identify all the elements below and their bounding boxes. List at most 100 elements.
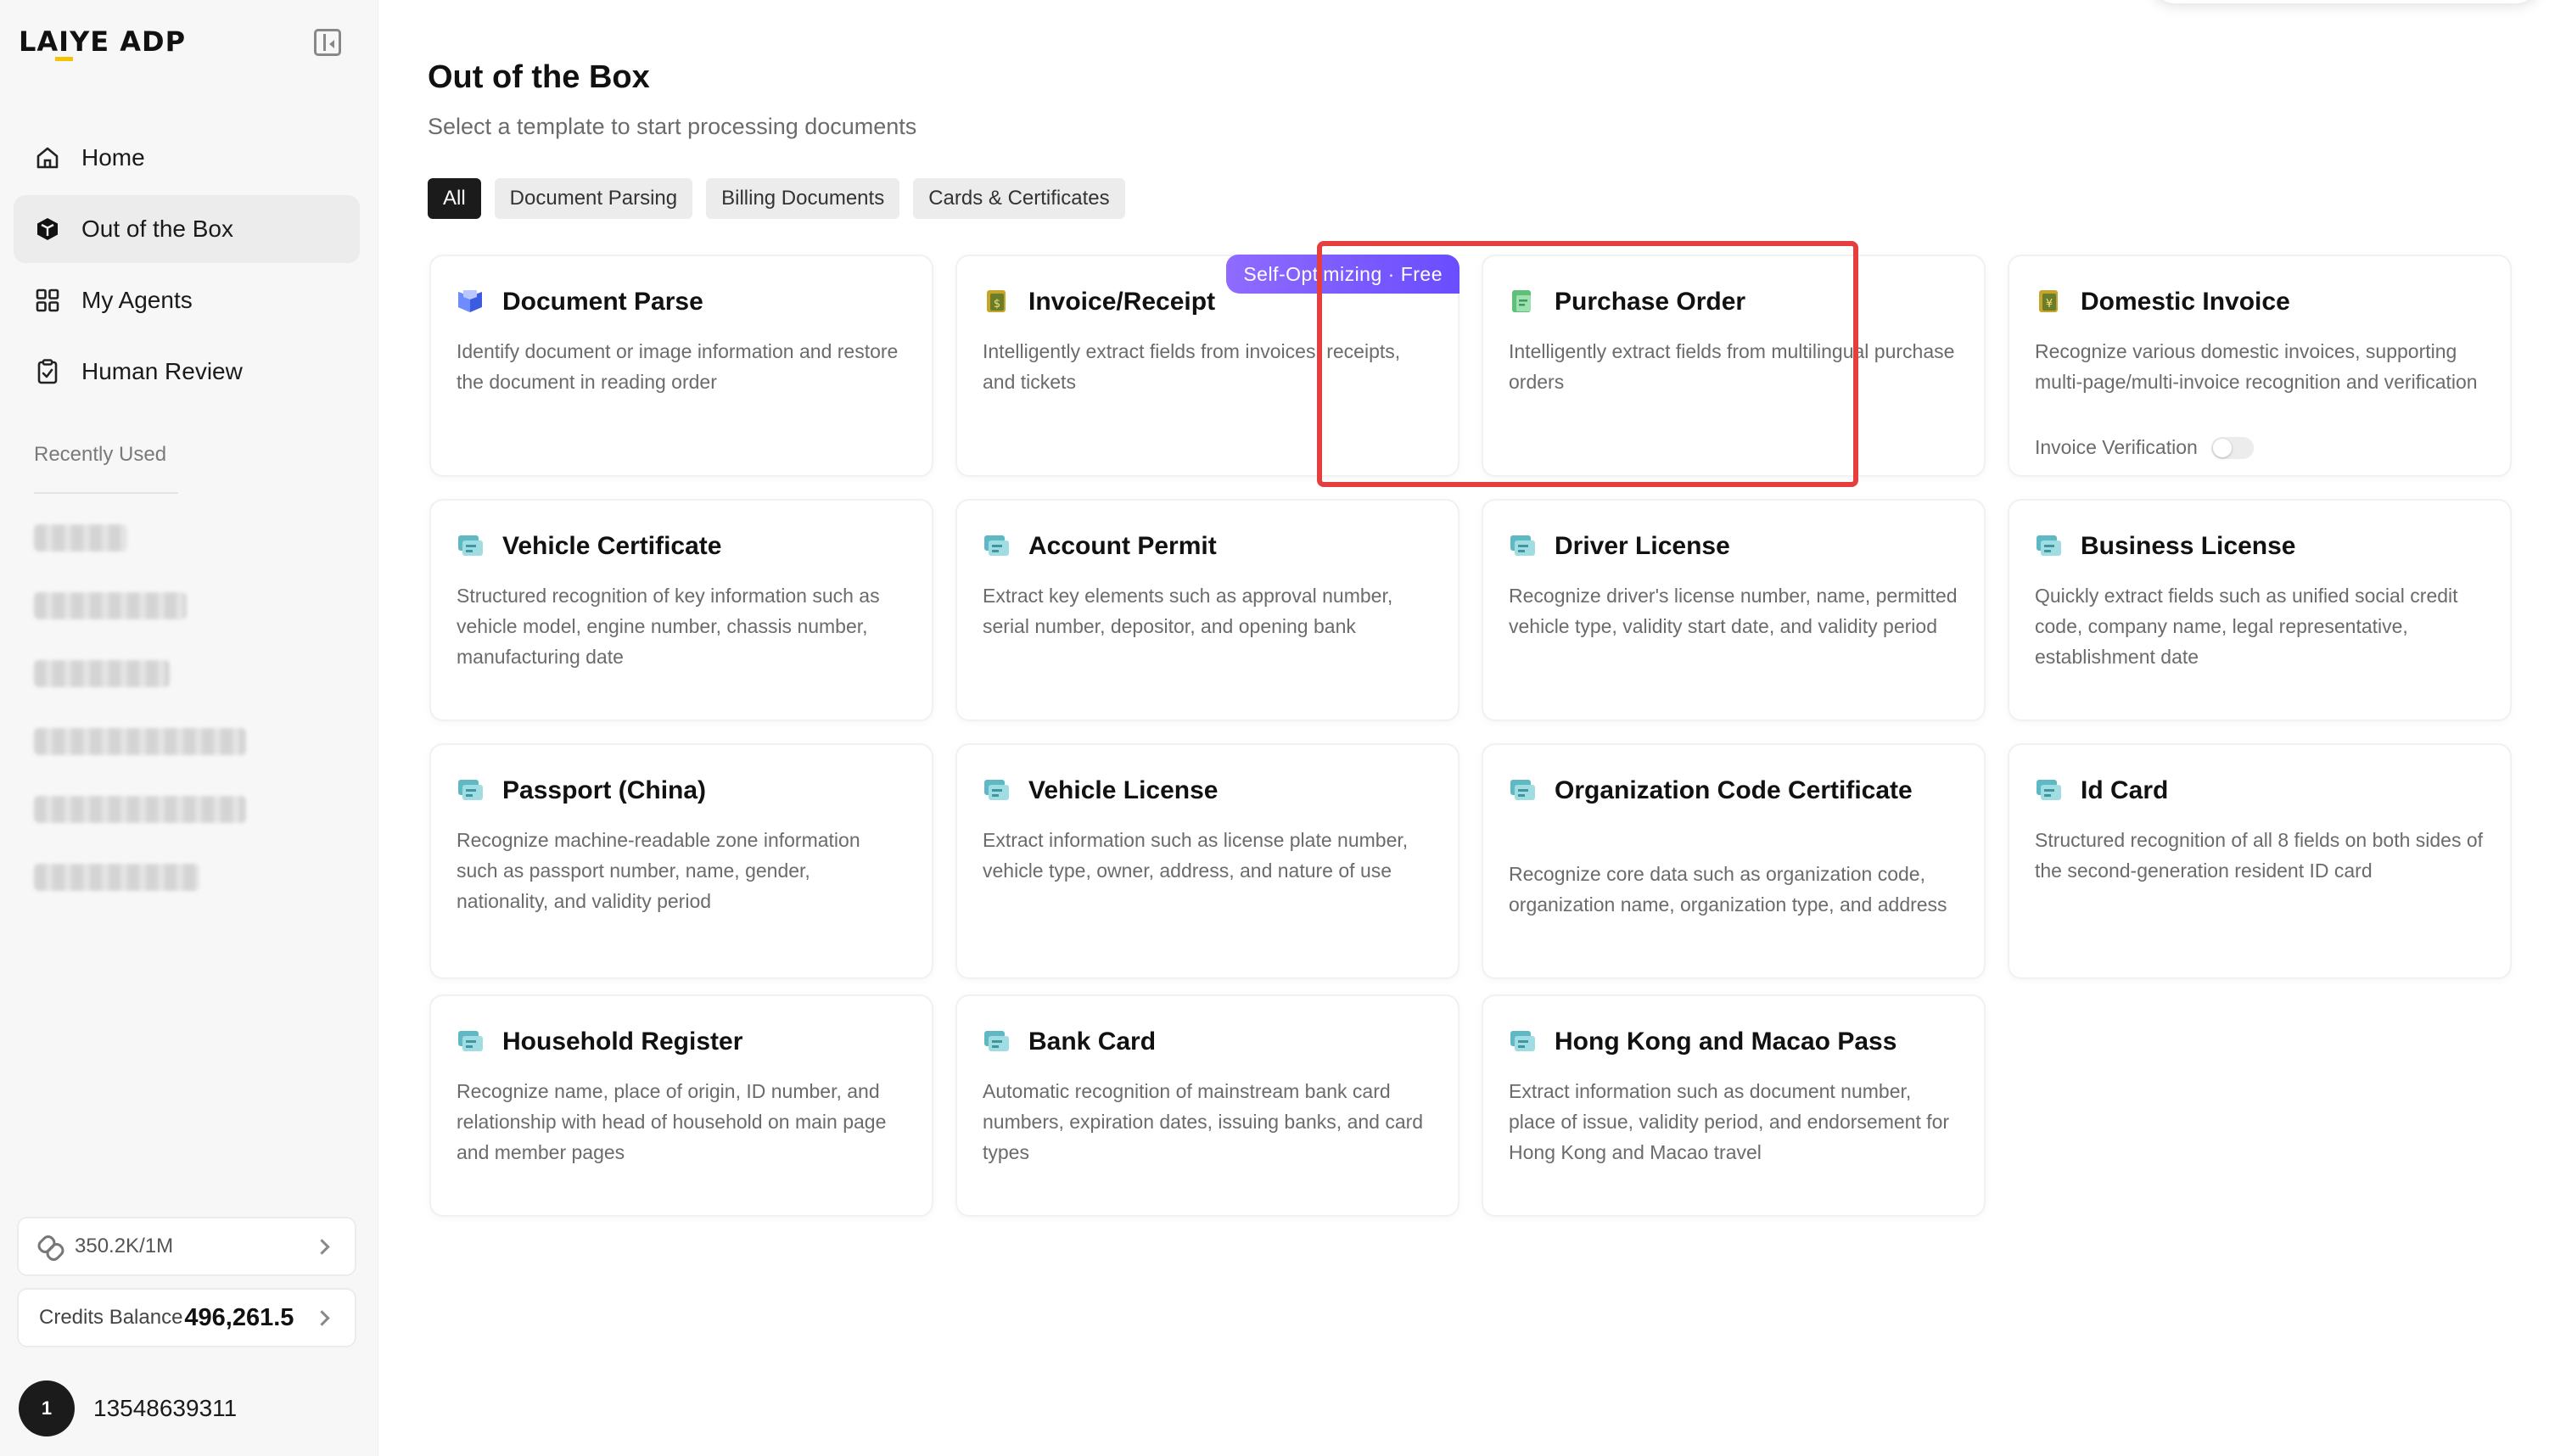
toggle-label: Invoice Verification [2035, 436, 2198, 458]
document-parse-icon [457, 288, 484, 314]
card-description: Extract information such as license plat… [983, 829, 1409, 882]
card-icon [1509, 533, 1536, 558]
sidebar-item-out-of-the-box[interactable]: Out of the Box [14, 195, 360, 263]
card-title: Purchase Order [1555, 288, 1746, 316]
template-card-purchase-order[interactable]: Purchase Order Intelligently extract fiel… [1482, 255, 1986, 477]
brand-logo: LAIYE ADP [19, 25, 186, 58]
template-card-id-card[interactable]: Id Card Structured recognition of all 8 f… [2008, 743, 2512, 979]
self-optimizing-badge: Self-Optimizing · Free [1226, 255, 1459, 294]
template-card-document-parse[interactable]: Document Parse Identify document or image… [429, 255, 933, 477]
card-description: Intelligently extract fields from invoic… [983, 340, 1401, 393]
card-icon [457, 1028, 484, 1054]
brand-product: ADP [120, 25, 187, 58]
card-title: Vehicle License [1028, 776, 1219, 804]
template-card-bank-card[interactable]: Bank Card Automatic recognition of mainst… [955, 994, 1459, 1217]
svg-text:¥: ¥ [2046, 298, 2053, 311]
invoice-icon: $ [983, 288, 1010, 314]
card-title: Business License [2081, 532, 2296, 560]
sidebar-item-label: Home [81, 144, 145, 171]
avatar[interactable]: 1 [19, 1380, 75, 1436]
template-card-hong-kong-and-macao-pass[interactable]: Hong Kong and Macao Pass Extract informat… [1482, 994, 1986, 1217]
recent-item-redacted[interactable] [34, 796, 246, 823]
recent-item-redacted[interactable] [34, 592, 187, 619]
sidebar-nav: Home Out of the Box My Agents Human Revi… [14, 124, 360, 409]
recent-item-redacted[interactable] [34, 728, 246, 755]
invoice-verification-toggle[interactable] [2210, 436, 2254, 459]
card-description: Recognize machine-readable zone informat… [457, 829, 860, 912]
box-icon [34, 216, 61, 243]
top-popover-edge [2150, 0, 2541, 3]
sidebar-item-human-review[interactable]: Human Review [14, 338, 360, 406]
filter-cards-certificates[interactable]: Cards & Certificates [913, 178, 1125, 219]
sidebar-collapse-icon[interactable] [314, 29, 341, 56]
card-title: Driver License [1555, 532, 1730, 560]
card-title: Bank Card [1028, 1028, 1157, 1056]
card-title: Domestic Invoice [2081, 288, 2290, 316]
recently-used-list [34, 524, 246, 932]
sidebar-item-my-agents[interactable]: My Agents [14, 266, 360, 334]
template-card-organization-code-certificate[interactable]: Organization Code Certificate Recognize c… [1482, 743, 1986, 979]
main-content: Out of the Box Select a template to star… [378, 0, 2566, 1456]
recent-item-redacted[interactable] [34, 524, 127, 552]
card-icon [983, 533, 1010, 558]
template-card-household-register[interactable]: Household Register Recognize name, place … [429, 994, 933, 1217]
svg-text:$: $ [994, 298, 1000, 311]
filter-all[interactable]: All [428, 178, 481, 219]
sidebar: LAIYE ADP Home Out of the Box My Agents … [0, 0, 378, 1456]
domestic-invoice-icon: ¥ [2035, 288, 2062, 314]
quota-text: 350.2K/1M [75, 1235, 174, 1257]
grid-icon [34, 287, 61, 314]
recent-item-redacted[interactable] [34, 864, 199, 891]
card-title: Account Permit [1028, 532, 1217, 560]
app-root: LAIYE ADP Home Out of the Box My Agents … [0, 0, 2566, 1456]
card-description: Extract key elements such as approval nu… [983, 585, 1393, 637]
template-card-passport-china[interactable]: Passport (China) Recognize machine-readab… [429, 743, 933, 979]
link-icon [37, 1235, 63, 1257]
sidebar-item-home[interactable]: Home [14, 124, 360, 192]
filter-document-parsing[interactable]: Document Parsing [494, 178, 693, 219]
card-title: Id Card [2081, 776, 2169, 804]
credits-balance-button[interactable]: Credits Balance 496,261.5 [17, 1288, 356, 1347]
card-title: Household Register [502, 1028, 743, 1056]
card-icon [2035, 777, 2062, 803]
template-card-invoice-receipt[interactable]: $ Invoice/Receipt Intelligently extract fi… [955, 255, 1459, 477]
card-description: Structured recognition of key informatio… [457, 585, 880, 668]
page-title: Out of the Box [428, 59, 650, 95]
template-card-vehicle-license[interactable]: Vehicle License Extract information such … [955, 743, 1459, 979]
quota-usage-button[interactable]: 350.2K/1M [17, 1217, 356, 1276]
user-name: 13548639311 [93, 1395, 238, 1421]
brand-prefix: LA [19, 25, 59, 58]
template-card-driver-license[interactable]: Driver License Recognize driver's license… [1482, 499, 1986, 721]
template-card-business-license[interactable]: Business License Quickly extract fields s… [2008, 499, 2512, 721]
template-card-vehicle-certificate[interactable]: Vehicle Certificate Structured recognitio… [429, 499, 933, 721]
card-title: Document Parse [502, 288, 703, 316]
card-description: Automatic recognition of mainstream bank… [983, 1080, 1424, 1163]
card-description: Extract information such as document num… [1509, 1080, 1950, 1163]
card-description: Recognize name, place of origin, ID numb… [457, 1080, 887, 1163]
page-subtitle: Select a template to start processing do… [428, 114, 917, 139]
recent-divider [34, 492, 178, 494]
template-card-domestic-invoice[interactable]: ¥ Domestic Invoice Recognize various domes… [2008, 255, 2512, 477]
card-icon [1509, 777, 1536, 803]
credits-label: Credits Balance [39, 1306, 183, 1329]
sidebar-item-label: Human Review [81, 358, 243, 384]
user-profile[interactable]: 1 13548639311 [19, 1380, 237, 1436]
card-title: Passport (China) [502, 776, 707, 804]
template-card-account-permit[interactable]: Account Permit Extract key elements such … [955, 499, 1459, 721]
card-icon [457, 777, 484, 803]
card-description: Intelligently extract fields from multil… [1509, 340, 1955, 393]
recent-item-redacted[interactable] [34, 660, 170, 687]
sidebar-item-label: Out of the Box [81, 216, 233, 242]
card-title: Hong Kong and Macao Pass [1555, 1028, 1897, 1056]
filter-tabs: All Document Parsing Billing Documents C… [428, 178, 1125, 219]
card-description: Identify document or image information a… [457, 340, 899, 393]
card-icon [457, 533, 484, 558]
filter-billing-documents[interactable]: Billing Documents [706, 178, 900, 219]
card-description: Recognize various domestic invoices, sup… [2035, 340, 2478, 393]
card-title: Vehicle Certificate [502, 532, 722, 560]
card-icon [983, 777, 1010, 803]
card-description: Quickly extract fields such as unified s… [2035, 585, 2458, 668]
brand-suffix: YE [70, 25, 110, 58]
credits-value: 496,261.5 [184, 1303, 294, 1331]
card-icon [1509, 1028, 1536, 1054]
